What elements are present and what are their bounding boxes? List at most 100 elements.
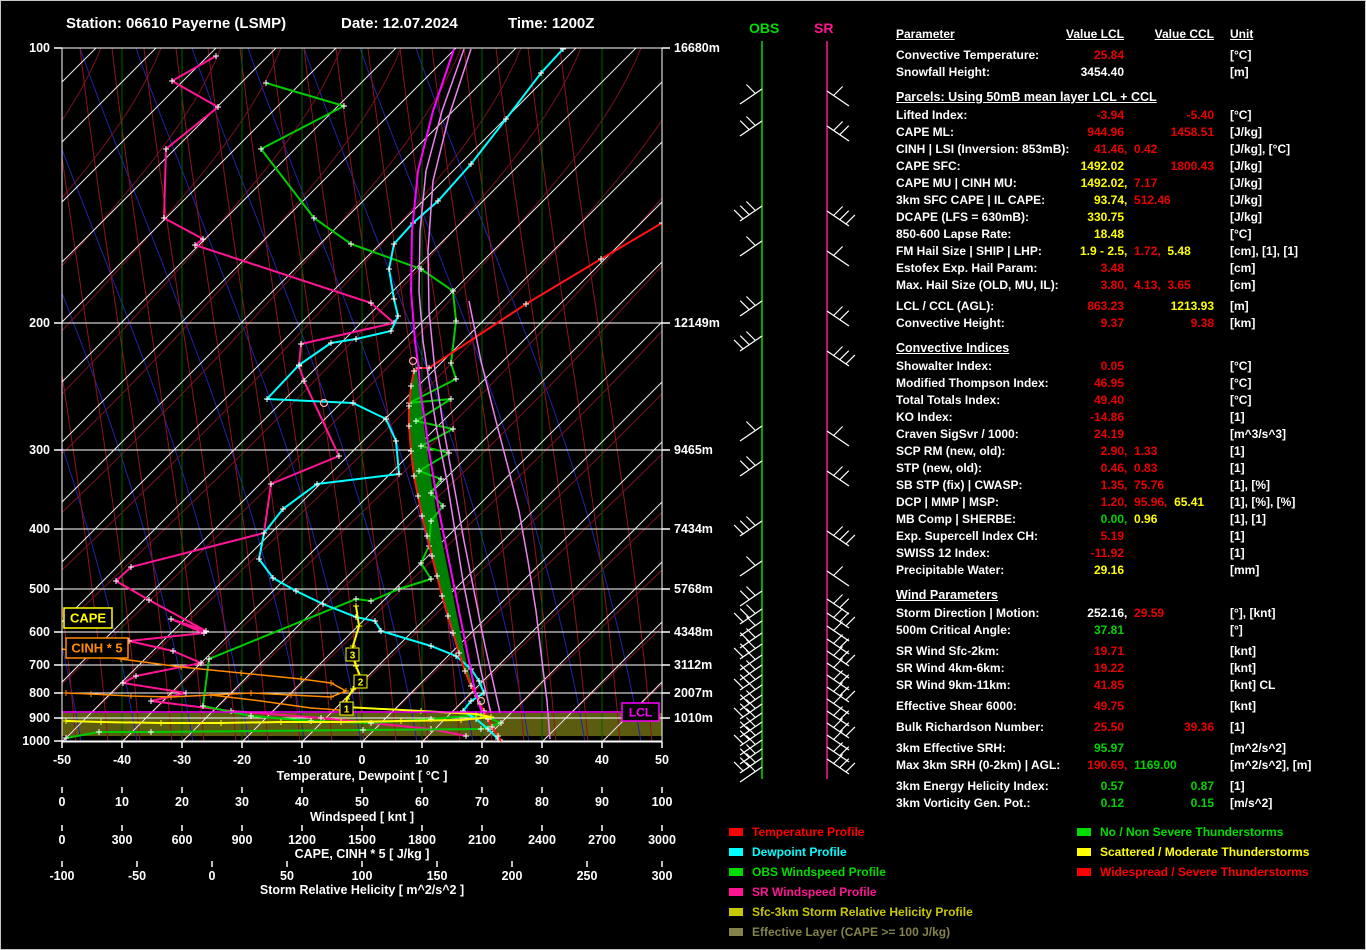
table-row: Storm Direction | Motion:252.16, 29.59[°… <box>896 606 1366 623</box>
table-section-header: Convective Indices <box>896 341 1366 355</box>
table-row: SB STP (fix) | CWASP:1.35, 75.76[1], [%] <box>896 478 1366 495</box>
table-row: SCP RM (new, old):2.90, 1.33[1] <box>896 444 1366 461</box>
legend-item: Temperature Profile <box>729 825 973 845</box>
svg-text:200: 200 <box>29 316 50 330</box>
svg-text:0: 0 <box>209 869 216 883</box>
table-row: Convective Height:9.379.38[km] <box>896 316 1366 333</box>
sounding-app: Station: 06610 Payerne (LSMP) Date: 12.0… <box>0 0 1366 950</box>
wind-barb <box>827 527 855 547</box>
lcl-label: LCL <box>622 703 659 721</box>
legend-item: SR Windspeed Profile <box>729 885 973 905</box>
svg-text:1200: 1200 <box>288 833 316 847</box>
svg-text:2007m: 2007m <box>674 686 713 700</box>
svg-text:60: 60 <box>415 795 429 809</box>
svg-text:2: 2 <box>358 678 364 689</box>
svg-text:40: 40 <box>595 753 609 767</box>
svg-text:-100: -100 <box>49 869 74 883</box>
svg-text:SR: SR <box>814 20 833 36</box>
table-section-header: Parcels: Using 50mB mean layer LCL + CCL <box>896 90 1366 104</box>
table-row: Exp. Supercell Index CH:5.19[1] <box>896 529 1366 546</box>
wind-barb <box>827 87 849 107</box>
wind-barb <box>827 683 855 703</box>
table-row: MB Comp | SHERBE:0.00, 0.96[1], [1] <box>896 512 1366 529</box>
svg-text:600: 600 <box>172 833 193 847</box>
legend-label: SR Windspeed Profile <box>752 885 877 899</box>
svg-text:900: 900 <box>29 711 50 725</box>
wind-barb <box>827 622 849 642</box>
table-row: Effective Shear 6000:49.75[knt] <box>896 699 1366 716</box>
wind-barb <box>734 202 762 222</box>
wind-barb <box>740 422 762 442</box>
svg-text:-50: -50 <box>53 753 71 767</box>
svg-text:CAPE: CAPE <box>70 611 106 626</box>
wind-column-obs: OBS <box>734 20 779 782</box>
svg-text:12149m: 12149m <box>674 316 720 330</box>
table-row: 3km SFC CAPE | IL CAPE:93.74, 512.46[J/k… <box>896 193 1366 210</box>
legend-label: Scattered / Moderate Thunderstorms <box>1100 845 1309 859</box>
svg-text:100: 100 <box>29 41 50 55</box>
svg-text:CINH * 5: CINH * 5 <box>71 641 122 656</box>
svg-text:2100: 2100 <box>468 833 496 847</box>
svg-text:250: 250 <box>577 869 598 883</box>
table-row: Lifted Index:-3.94-5.40[°C] <box>896 108 1366 125</box>
svg-text:-40: -40 <box>113 753 131 767</box>
svg-text:16680m: 16680m <box>674 41 720 55</box>
cinh-label: CINH * 5 <box>66 638 128 658</box>
svg-text:4348m: 4348m <box>674 625 713 639</box>
legend-label: Widespread / Severe Thunderstorms <box>1100 865 1309 879</box>
svg-text:600: 600 <box>29 625 50 639</box>
svg-text:200: 200 <box>502 869 523 883</box>
wind-barb <box>827 122 849 142</box>
table-row: Showalter Index:0.05[°C] <box>896 359 1366 376</box>
svg-text:30: 30 <box>235 795 249 809</box>
table-row: Craven SigSvr / 1000:24.19[m^3/s^3] <box>896 427 1366 444</box>
table-row: Max. Hail Size (OLD, MU, IL):3.80, 4.13,… <box>896 278 1366 295</box>
table-row: 850-600 Lapse Rate:18.48[°C] <box>896 227 1366 244</box>
wind-barb <box>740 557 762 577</box>
profile-virtual_parcel_curve_2 <box>428 49 500 713</box>
axis-temperature: -50-40-30-20-1001020304050Temperature, D… <box>53 742 669 783</box>
wind-barb <box>827 609 855 629</box>
legend-label: Sfc-3km Storm Relative Helicity Profile <box>752 905 973 919</box>
wind-barb <box>740 629 762 649</box>
legend-swatch <box>729 848 743 856</box>
svg-text:CAPE, CINH * 5 [ J/kg ]: CAPE, CINH * 5 [ J/kg ] <box>295 847 430 861</box>
table-row: Total Totals Index:49.40[°C] <box>896 393 1366 410</box>
wind-barb <box>827 567 849 587</box>
svg-text:50: 50 <box>280 869 294 883</box>
table-row: LCL / CCL (AGL):863.231213.93[m] <box>896 299 1366 316</box>
svg-text:-20: -20 <box>233 753 251 767</box>
legend-item: Effective Layer (CAPE >= 100 J/kg) <box>729 925 973 945</box>
severity-legend: No / Non Severe ThunderstormsScattered /… <box>1077 825 1309 885</box>
svg-text:1010m: 1010m <box>674 711 713 725</box>
svg-text:1500: 1500 <box>348 833 376 847</box>
legend-swatch <box>1077 828 1091 836</box>
svg-text:2400: 2400 <box>528 833 556 847</box>
table-header-row: ParameterValue LCLValue CCLUnit <box>896 27 1366 44</box>
legend-item: Scattered / Moderate Thunderstorms <box>1077 845 1309 865</box>
table-row: Bulk Richardson Number:25.5039.36[1] <box>896 720 1366 737</box>
wind-barb <box>734 517 762 537</box>
svg-text:7434m: 7434m <box>674 522 713 536</box>
table-row: SR Wind 9km-11km:41.85[knt] CL <box>896 678 1366 695</box>
legend-item: Sfc-3km Storm Relative Helicity Profile <box>729 905 973 925</box>
table-row: Precipitable Water:29.16[mm] <box>896 563 1366 580</box>
table-row: Estofex Exp. Hail Param:3.48[cm] <box>896 261 1366 278</box>
svg-text:90: 90 <box>595 795 609 809</box>
wind-barb <box>734 605 762 625</box>
table-row: SR Wind 4km-6km:19.22[knt] <box>896 661 1366 678</box>
legend-swatch <box>1077 848 1091 856</box>
legend-label: OBS Windspeed Profile <box>752 865 886 879</box>
svg-text:30: 30 <box>535 753 549 767</box>
table-row: Convective Temperature:25.84[°C] <box>896 48 1366 65</box>
wind-column-sr: SR <box>814 20 855 779</box>
wind-barb <box>740 117 762 137</box>
svg-text:150: 150 <box>427 869 448 883</box>
svg-text:100: 100 <box>652 795 673 809</box>
svg-text:50: 50 <box>655 753 669 767</box>
svg-text:20: 20 <box>475 753 489 767</box>
svg-text:300: 300 <box>652 869 673 883</box>
svg-text:100: 100 <box>352 869 373 883</box>
svg-text:70: 70 <box>475 795 489 809</box>
legend-label: Effective Layer (CAPE >= 100 J/kg) <box>752 925 950 939</box>
